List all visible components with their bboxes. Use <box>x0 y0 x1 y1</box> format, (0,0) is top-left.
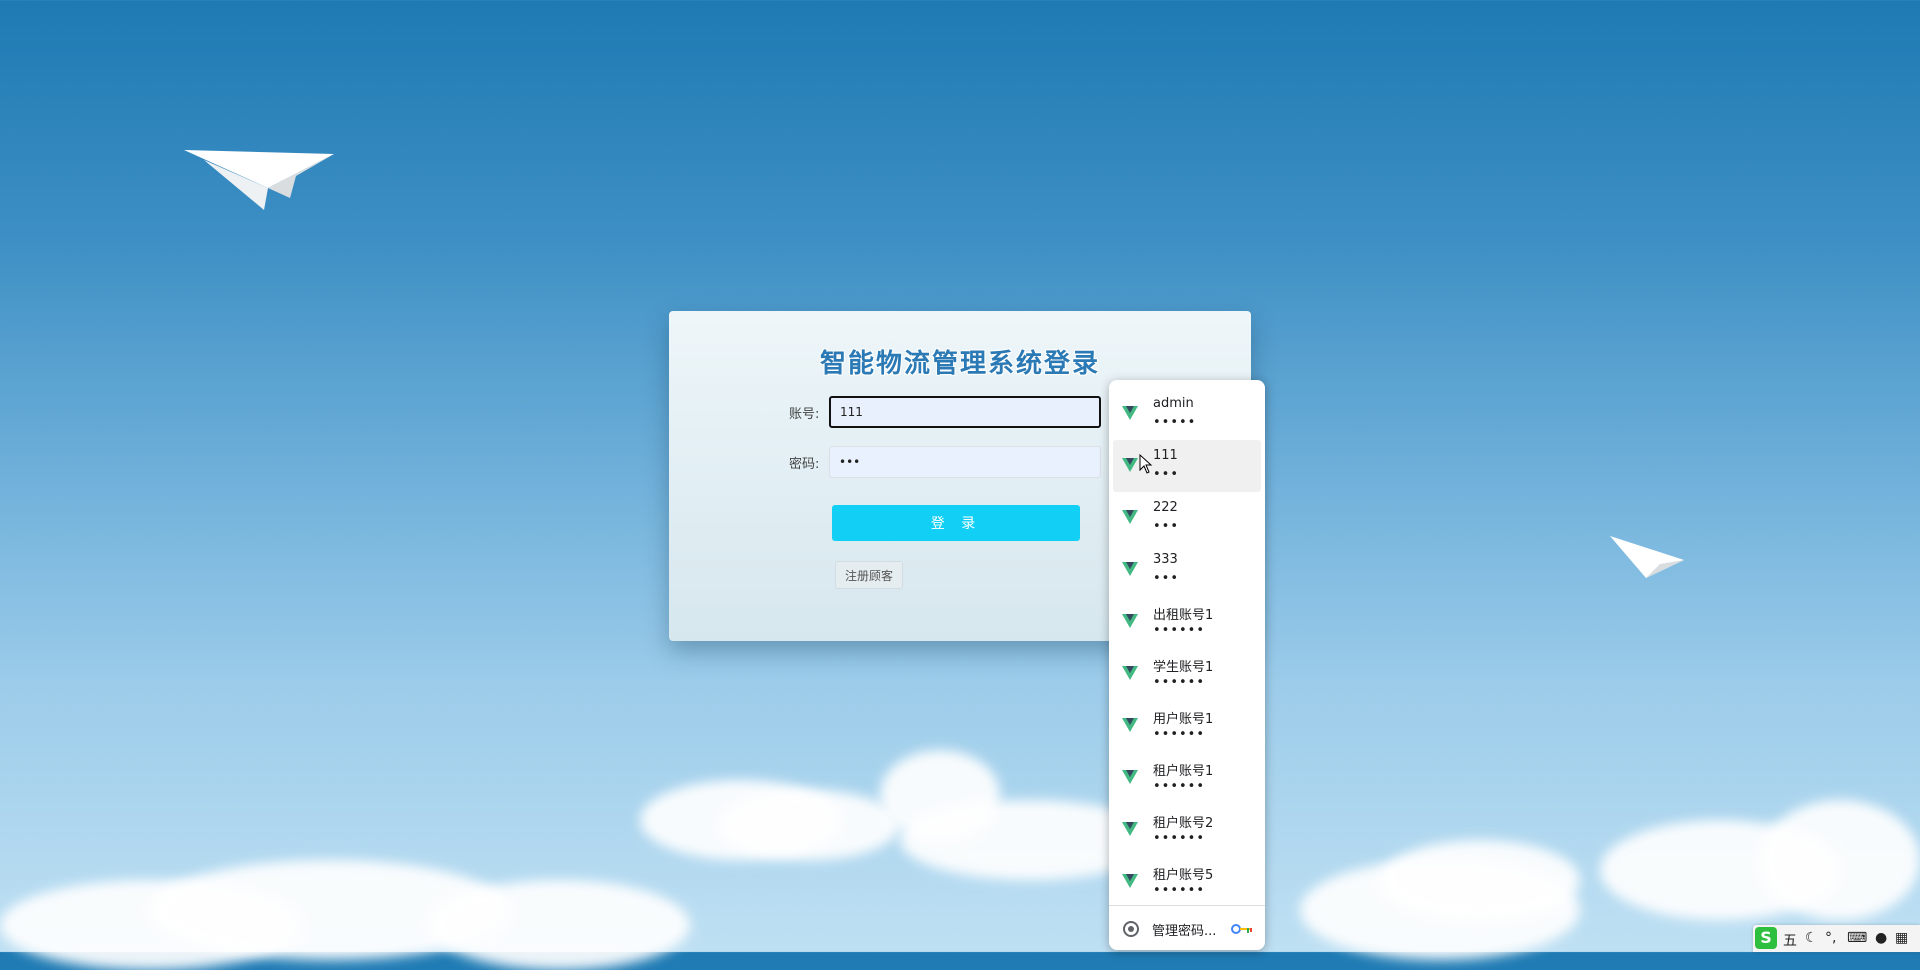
account-input[interactable] <box>829 396 1101 428</box>
keyboard-icon[interactable]: ⌨ <box>1847 930 1867 946</box>
paper-plane-left <box>184 150 334 210</box>
credential-username: 租户账号5 <box>1153 868 1214 883</box>
register-button[interactable]: 注册顾客 <box>835 561 903 589</box>
credential-username: 出租账号1 <box>1153 608 1214 623</box>
vue-logo-icon <box>1122 406 1138 420</box>
credential-item[interactable]: 租户账号2 •••••• <box>1113 804 1261 856</box>
ime-mode-label[interactable]: 五 <box>1783 930 1797 950</box>
credential-username: 用户账号1 <box>1153 712 1214 727</box>
paper-plane-right <box>1610 536 1684 578</box>
credential-item[interactable]: 用户账号1 •••••• <box>1113 700 1261 752</box>
credential-item[interactable]: 222 ••• <box>1113 492 1261 544</box>
credential-password: •••••• <box>1153 779 1206 794</box>
credential-password: •••••• <box>1153 831 1206 846</box>
punctuation-icon[interactable]: °, <box>1825 930 1836 946</box>
sogou-icon[interactable]: S <box>1755 927 1777 949</box>
credential-password: ••• <box>1153 467 1180 482</box>
credential-username: 学生账号1 <box>1153 660 1214 675</box>
manage-passwords-button[interactable]: 管理密码... <box>1109 907 1265 950</box>
credential-password: ••• <box>1153 519 1180 534</box>
credential-username: 租户账号2 <box>1153 816 1214 831</box>
credential-item[interactable]: 333 ••• <box>1113 544 1261 596</box>
moon-icon[interactable]: ☾ <box>1805 930 1818 946</box>
user-icon[interactable]: ● <box>1875 930 1887 946</box>
page-title: 智能物流管理系统登录 <box>819 349 1100 379</box>
credential-item[interactable]: 出租账号1 •••••• <box>1113 596 1261 648</box>
credential-password: •••••• <box>1153 675 1206 690</box>
password-input[interactable] <box>829 446 1101 478</box>
vue-logo-icon <box>1122 562 1138 576</box>
vue-logo-icon <box>1122 770 1138 784</box>
chrome-icon <box>1123 921 1139 937</box>
popup-divider <box>1109 905 1265 906</box>
credential-item[interactable]: admin ••••• <box>1113 388 1261 440</box>
credential-username: 租户账号1 <box>1153 764 1214 779</box>
password-autofill-popup: admin ••••• 111 ••• 222 ••• 333 ••• 出租账号1 •••••• 学… <box>1109 380 1265 950</box>
apps-icon[interactable]: ▦ <box>1895 930 1908 946</box>
credential-username: 333 <box>1153 552 1178 567</box>
vue-logo-icon <box>1122 874 1138 888</box>
credential-item[interactable]: 111 ••• <box>1113 440 1261 492</box>
credential-password: ••• <box>1153 571 1180 586</box>
key-icon <box>1231 924 1252 934</box>
credential-item[interactable]: 租户账号1 •••••• <box>1113 752 1261 804</box>
credential-item[interactable]: 学生账号1 •••••• <box>1113 648 1261 700</box>
vue-logo-icon <box>1122 822 1138 836</box>
account-label: 账号: <box>789 407 820 422</box>
credential-password: ••••• <box>1153 415 1197 430</box>
credential-password: •••••• <box>1153 623 1206 638</box>
vue-logo-icon <box>1122 718 1138 732</box>
vue-logo-icon <box>1122 510 1138 524</box>
ime-toolbar: S 五 ☾ °, ⌨ ● ▦ <box>1753 925 1920 952</box>
vue-logo-icon <box>1122 458 1138 472</box>
password-label: 密码: <box>789 457 820 472</box>
vue-logo-icon <box>1122 666 1138 680</box>
credential-username: admin <box>1153 396 1194 411</box>
manage-passwords-label: 管理密码... <box>1152 924 1217 939</box>
credential-password: •••••• <box>1153 883 1206 898</box>
credential-username: 222 <box>1153 500 1178 515</box>
credential-password: •••••• <box>1153 727 1206 742</box>
credential-username: 111 <box>1153 448 1178 463</box>
login-button[interactable]: 登 录 <box>832 505 1080 541</box>
mouse-cursor <box>1139 454 1153 474</box>
vue-logo-icon <box>1122 614 1138 628</box>
credential-item[interactable]: 租户账号5 •••••• <box>1113 856 1261 908</box>
